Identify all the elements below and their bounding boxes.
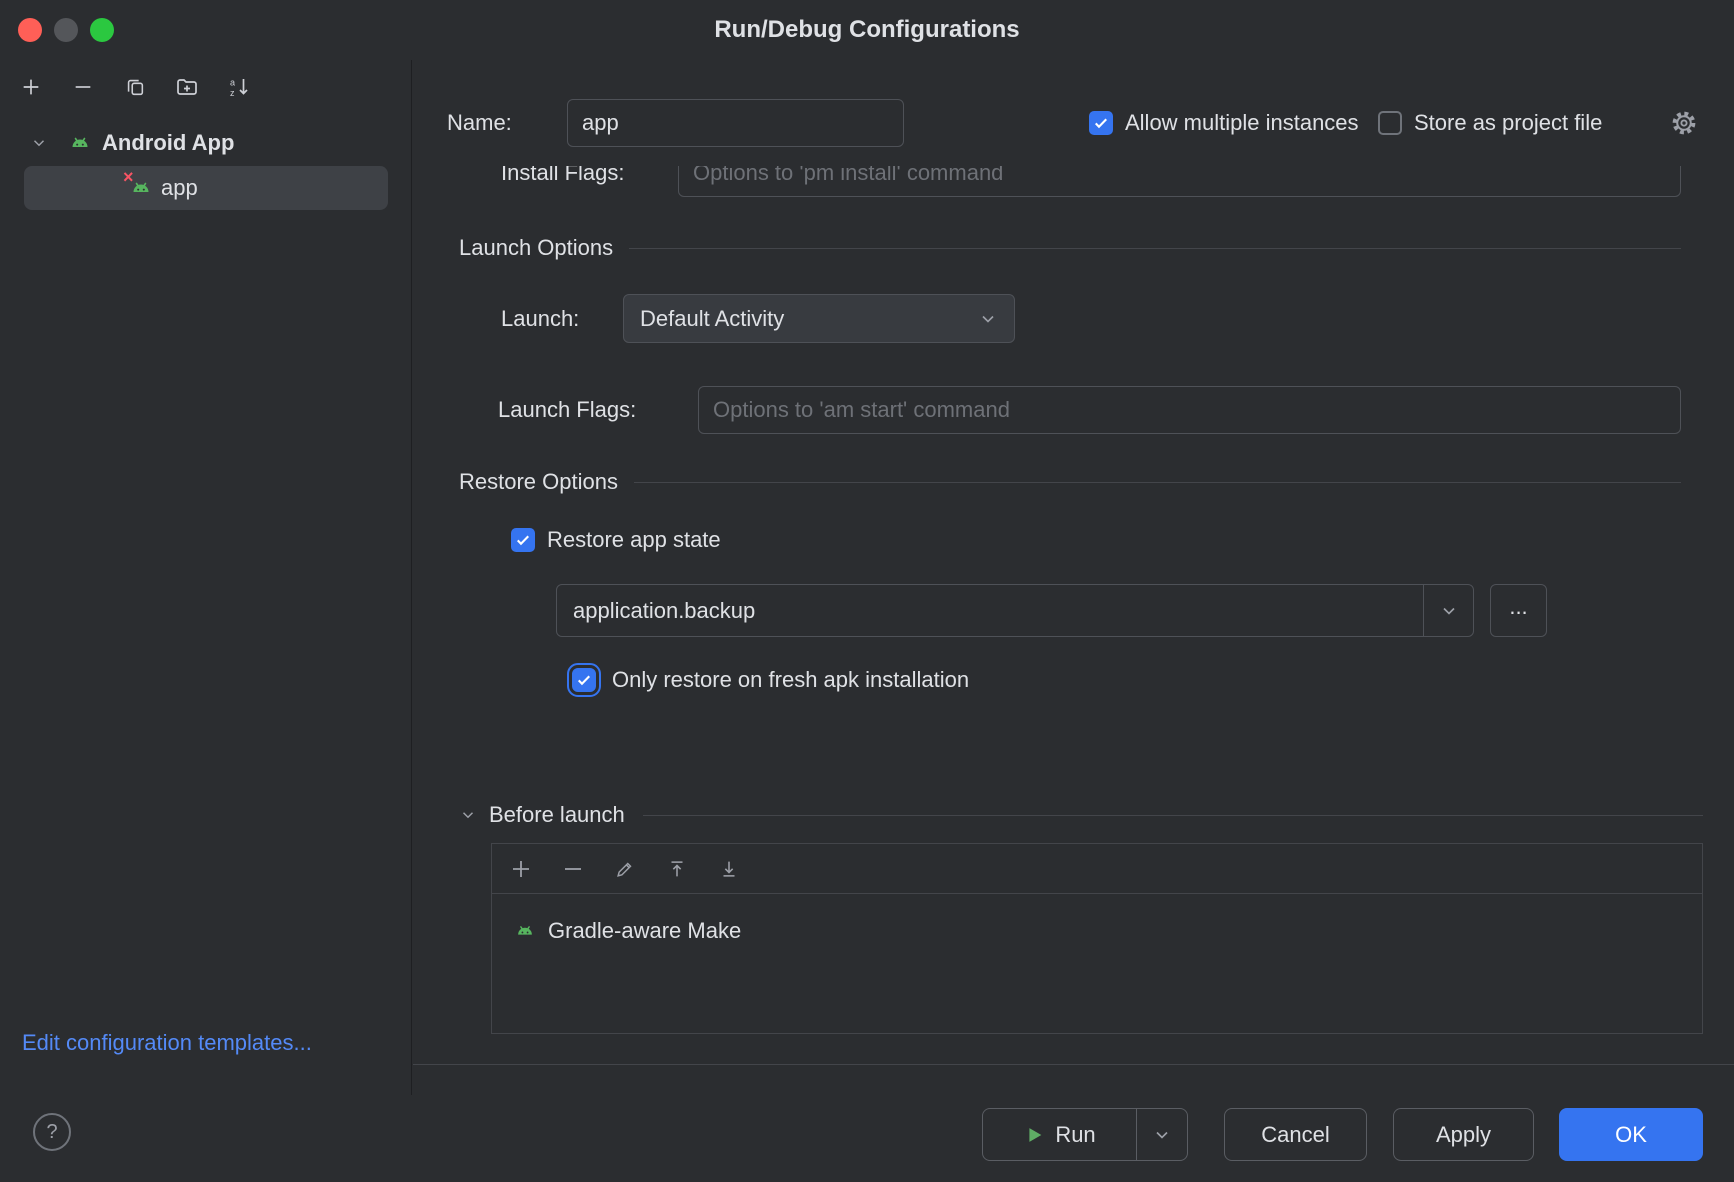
install-flags-row: Install Flags: — [413, 166, 1734, 197]
tree-item-app-selected[interactable]: × app — [24, 166, 388, 210]
chevron-down-icon — [978, 309, 998, 329]
run-options-chevron-button[interactable] — [1137, 1109, 1187, 1160]
launch-flags-label: Launch Flags: — [498, 386, 636, 434]
before-launch-section-header: Before launch — [459, 799, 1703, 831]
sidebar-toolbar — [16, 70, 254, 104]
run-debug-configurations-dialog: Run/Debug Configurations Android App × a… — [0, 0, 1734, 1182]
edit-task-button[interactable] — [613, 857, 637, 881]
backup-file-combobox[interactable]: application.backup — [556, 584, 1474, 637]
backup-file-value: application.backup — [557, 585, 1423, 636]
run-button-label: Run — [1055, 1122, 1095, 1148]
copy-configuration-button[interactable] — [120, 70, 150, 104]
apply-button[interactable]: Apply — [1393, 1108, 1534, 1161]
launch-row: Launch: Default Activity — [413, 294, 1734, 343]
task-list-item[interactable]: Gradle-aware Make — [492, 918, 1702, 944]
before-launch-task-list: Gradle-aware Make — [491, 843, 1703, 1034]
restore-options-header-text: Restore Options — [459, 469, 618, 495]
android-icon — [68, 131, 92, 155]
run-split-button: Run — [982, 1108, 1188, 1161]
ok-button[interactable]: OK — [1559, 1108, 1703, 1161]
launch-dropdown[interactable]: Default Activity — [623, 294, 1015, 343]
store-as-project-file-label: Store as project file — [1414, 110, 1602, 136]
titlebar: Run/Debug Configurations — [0, 0, 1734, 60]
cancel-button[interactable]: Cancel — [1224, 1108, 1367, 1161]
before-launch-header-text: Before launch — [489, 802, 625, 828]
browse-backup-file-button[interactable]: ... — [1490, 584, 1547, 637]
only-restore-label: Only restore on fresh apk installation — [612, 667, 969, 693]
install-flags-label: Install Flags: — [501, 166, 625, 197]
only-restore-option: Only restore on fresh apk installation — [572, 665, 969, 695]
restore-app-state-checkbox[interactable] — [511, 528, 535, 552]
section-divider — [634, 482, 1681, 483]
edit-configuration-templates-link[interactable]: Edit configuration templates... — [22, 1030, 312, 1056]
install-flags-input[interactable] — [678, 166, 1681, 197]
configurations-sidebar: Android App × app Edit configuration tem… — [0, 60, 412, 1095]
settings-gear-icon[interactable] — [1668, 107, 1700, 139]
allow-multiple-instances-label: Allow multiple instances — [1125, 110, 1359, 136]
chevron-down-icon[interactable] — [30, 134, 48, 152]
run-button[interactable]: Run — [983, 1109, 1136, 1160]
combobox-chevron-button[interactable] — [1423, 585, 1473, 636]
remove-configuration-button[interactable] — [68, 70, 98, 104]
name-label: Name: — [447, 99, 512, 147]
window-title: Run/Debug Configurations — [0, 0, 1734, 60]
task-toolbar — [492, 844, 1702, 894]
launch-flags-input[interactable] — [698, 386, 1681, 434]
launch-label: Launch: — [501, 294, 579, 343]
move-task-down-button[interactable] — [717, 857, 741, 881]
restore-options-section-header: Restore Options — [459, 467, 1681, 497]
name-input[interactable] — [567, 99, 904, 147]
allow-multiple-instances-checkbox[interactable] — [1089, 111, 1113, 135]
allow-multiple-instances-option: Allow multiple instances — [1089, 99, 1359, 147]
backup-file-row: application.backup ... — [556, 584, 1703, 637]
move-task-up-button[interactable] — [665, 857, 689, 881]
configuration-form: Name: Allow multiple instances Store as … — [413, 60, 1734, 1095]
form-scroll-area[interactable]: Install Flags: Launch Options Launch: De… — [413, 166, 1734, 1065]
new-folder-button[interactable] — [172, 70, 202, 104]
store-as-project-file-checkbox[interactable] — [1378, 111, 1402, 135]
add-configuration-button[interactable] — [16, 70, 46, 104]
error-badge-icon: × — [123, 168, 134, 186]
add-task-button[interactable] — [509, 857, 533, 881]
tree-group-label: Android App — [102, 130, 234, 156]
store-as-project-file-option: Store as project file — [1378, 99, 1602, 147]
tree-group-android-app[interactable]: Android App — [0, 123, 411, 163]
restore-app-state-option: Restore app state — [511, 526, 721, 554]
section-divider — [643, 815, 1703, 816]
form-scroll-content: Install Flags: Launch Options Launch: De… — [413, 166, 1734, 1047]
tree-item-label: app — [161, 175, 198, 201]
launch-flags-row: Launch Flags: — [413, 386, 1734, 434]
help-button[interactable]: ? — [33, 1113, 71, 1151]
launch-options-header-text: Launch Options — [459, 235, 613, 261]
android-error-icon: × — [129, 176, 153, 200]
only-restore-checkbox[interactable] — [572, 668, 596, 692]
sort-configurations-button[interactable] — [224, 70, 254, 104]
launch-options-section-header: Launch Options — [459, 233, 1681, 263]
dialog-footer: ? Run Cancel Apply OK — [0, 1095, 1734, 1182]
launch-dropdown-value: Default Activity — [640, 306, 978, 332]
name-row: Name: Allow multiple instances Store as … — [447, 99, 1700, 147]
play-icon — [1023, 1124, 1045, 1146]
task-label: Gradle-aware Make — [548, 918, 741, 944]
remove-task-button[interactable] — [561, 857, 585, 881]
section-divider — [629, 248, 1681, 249]
restore-app-state-label: Restore app state — [547, 527, 721, 553]
collapse-chevron-down-icon[interactable] — [459, 806, 477, 824]
android-icon — [514, 920, 536, 942]
